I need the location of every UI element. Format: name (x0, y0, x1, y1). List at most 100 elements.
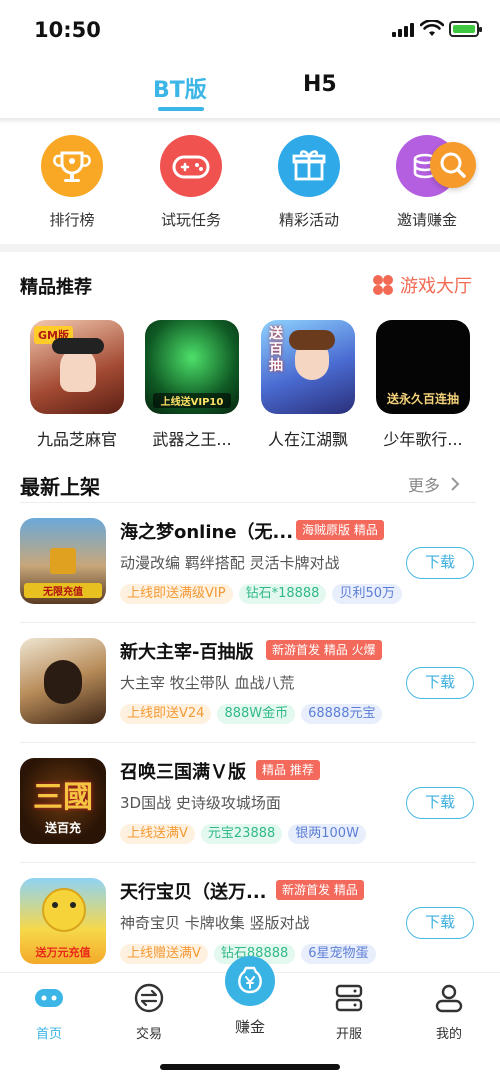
gamepad-icon (160, 135, 222, 197)
game-tag: 888W金币 (217, 704, 296, 724)
tab-bt[interactable]: BT版 (153, 72, 207, 104)
featured-title: 精品推荐 (20, 277, 92, 298)
more-label: 更多 (408, 476, 441, 495)
nav-label: 首页 (35, 1027, 62, 1042)
nav-server[interactable]: 开服 (319, 983, 379, 1042)
home-indicator (160, 1064, 340, 1070)
cover-label: 送万元充值 (35, 946, 91, 959)
game-name: 海之梦online（无... (120, 522, 294, 543)
game-description: 动漫改编 羁绊搭配 灵活卡牌对战 (120, 554, 340, 572)
game-row[interactable]: 无限充值 海之梦online（无... 海贼原版 精品 动漫改编 羁绊搭配 灵活… (0, 518, 500, 638)
game-badge: 海贼原版 精品 (296, 520, 384, 540)
game-description: 3D国战 史诗级攻城场面 (120, 794, 281, 812)
game-tag: 银两100W (288, 824, 366, 844)
money-bag-icon (238, 966, 262, 994)
more-link[interactable]: 更多 (408, 472, 464, 496)
game-tag: 钻石*18888 (238, 584, 327, 604)
nav-label: 我的 (435, 1027, 462, 1042)
game-tag: 上线赠送满V (120, 944, 208, 964)
quick-action-ranking[interactable]: 排行榜 (22, 135, 122, 230)
featured-game-item[interactable]: 送永久百连抽 少年歌行... (368, 320, 478, 450)
chevron-right-icon (451, 477, 460, 491)
battery-icon (449, 21, 482, 37)
status-bar: 10:50 (0, 0, 500, 60)
user-icon (434, 983, 464, 1013)
game-row[interactable]: 新大主宰-百抽版 新游首发 精品 火爆 大主宰 牧尘带队 血战八荒 上线即送V2… (0, 638, 500, 758)
game-tag: 6星宠物蛋 (301, 944, 376, 964)
game-cover: 三國 送百充 (20, 758, 106, 844)
search-icon (440, 152, 466, 178)
game-lobby-link[interactable]: 游戏大厅 (372, 272, 472, 298)
game-tag: 上线送满V (120, 824, 195, 844)
game-name: 新大主宰-百抽版 (120, 642, 254, 663)
wifi-icon (420, 20, 444, 36)
featured-game-name: 九品芝麻官 (36, 430, 117, 449)
game-cover: GM版 (30, 320, 124, 414)
game-tag: 68888元宝 (301, 704, 383, 724)
game-name: 天行宝贝（送万... (120, 882, 267, 903)
section-divider (0, 244, 500, 252)
nav-trade[interactable]: 交易 (119, 983, 179, 1042)
game-badge: 精品 推荐 (256, 760, 320, 780)
featured-game-name: 少年歌行... (383, 430, 463, 449)
game-tag: 上线即送V24 (120, 704, 212, 724)
nav-label: 开服 (335, 1027, 362, 1042)
game-tags: 上线即送满级VIP 钻石*18888 贝利50万 (120, 584, 402, 604)
cover-sub-label: 送百充 (44, 821, 81, 835)
game-tags: 上线送满V 元宝23888 银两100W (120, 824, 366, 844)
separator (20, 502, 476, 503)
game-tag: 上线即送满级VIP (120, 584, 233, 604)
download-button[interactable]: 下载 (406, 787, 474, 819)
game-cover: 送万元充值 (20, 878, 106, 964)
trophy-icon (41, 135, 103, 197)
quick-action-label: 精彩活动 (278, 211, 339, 229)
tab-underline (158, 107, 204, 111)
quick-action-label: 排行榜 (49, 211, 95, 229)
game-cover (20, 638, 106, 724)
download-button[interactable]: 下载 (406, 667, 474, 699)
nav-earn-label: 赚金 (234, 1018, 265, 1036)
download-button[interactable]: 下载 (406, 547, 474, 579)
game-tags: 上线即送V24 888W金币 68888元宝 (120, 704, 383, 724)
game-cover: 上线送VIP10 (145, 320, 239, 414)
featured-game-item[interactable]: GM版 九品芝麻官 (22, 320, 132, 450)
cover-label: 无限充值 (24, 583, 102, 598)
search-float-button[interactable] (430, 142, 476, 188)
tab-h5[interactable]: H5 (303, 72, 337, 97)
game-cover: 无限充值 (20, 518, 106, 604)
game-cover: 送永久百连抽 (376, 320, 470, 414)
exchange-icon (134, 983, 164, 1013)
cover-label: 三國 (33, 780, 93, 815)
game-description: 大主宰 牧尘带队 血战八荒 (120, 674, 295, 692)
nav-label: 交易 (135, 1027, 162, 1042)
quick-actions: 排行榜 试玩任务 精彩活动 邀请赚金 (0, 135, 500, 235)
separator (20, 622, 476, 623)
separator (20, 742, 476, 743)
signal-icon (392, 23, 414, 37)
quick-action-label: 邀请赚金 (396, 211, 457, 229)
cover-label: 送永久百连抽 (386, 392, 459, 406)
separator (20, 862, 476, 863)
status-time: 10:50 (34, 18, 101, 42)
quick-action-trial-tasks[interactable]: 试玩任务 (141, 135, 241, 230)
featured-game-item[interactable]: 送百抽 人在江湖飘 (253, 320, 363, 450)
game-badge: 新游首发 精品 火爆 (266, 640, 382, 660)
server-icon (334, 983, 364, 1013)
quick-action-events[interactable]: 精彩活动 (259, 135, 359, 230)
nav-mine[interactable]: 我的 (419, 983, 479, 1042)
game-row[interactable]: 三國 送百充 召唤三国满Ｖ版 精品 推荐 3D国战 史诗级攻城场面 上线送满V … (0, 758, 500, 878)
game-cover: 送百抽 (261, 320, 355, 414)
quick-action-label: 试玩任务 (160, 211, 221, 229)
lobby-grid-icon (373, 275, 393, 295)
nav-home[interactable]: 首页 (19, 983, 79, 1042)
gift-icon (278, 135, 340, 197)
game-badge: 新游首发 精品 (276, 880, 364, 900)
nav-earn-button[interactable] (225, 956, 275, 1006)
featured-game-name: 武器之王... (152, 430, 232, 449)
game-tag: 元宝23888 (200, 824, 283, 844)
lobby-label: 游戏大厅 (400, 276, 472, 297)
featured-game-name: 人在江湖飘 (267, 430, 348, 449)
new-arrivals-title: 最新上架 (20, 475, 100, 499)
featured-game-item[interactable]: 上线送VIP10 武器之王... (137, 320, 247, 450)
download-button[interactable]: 下载 (406, 907, 474, 939)
